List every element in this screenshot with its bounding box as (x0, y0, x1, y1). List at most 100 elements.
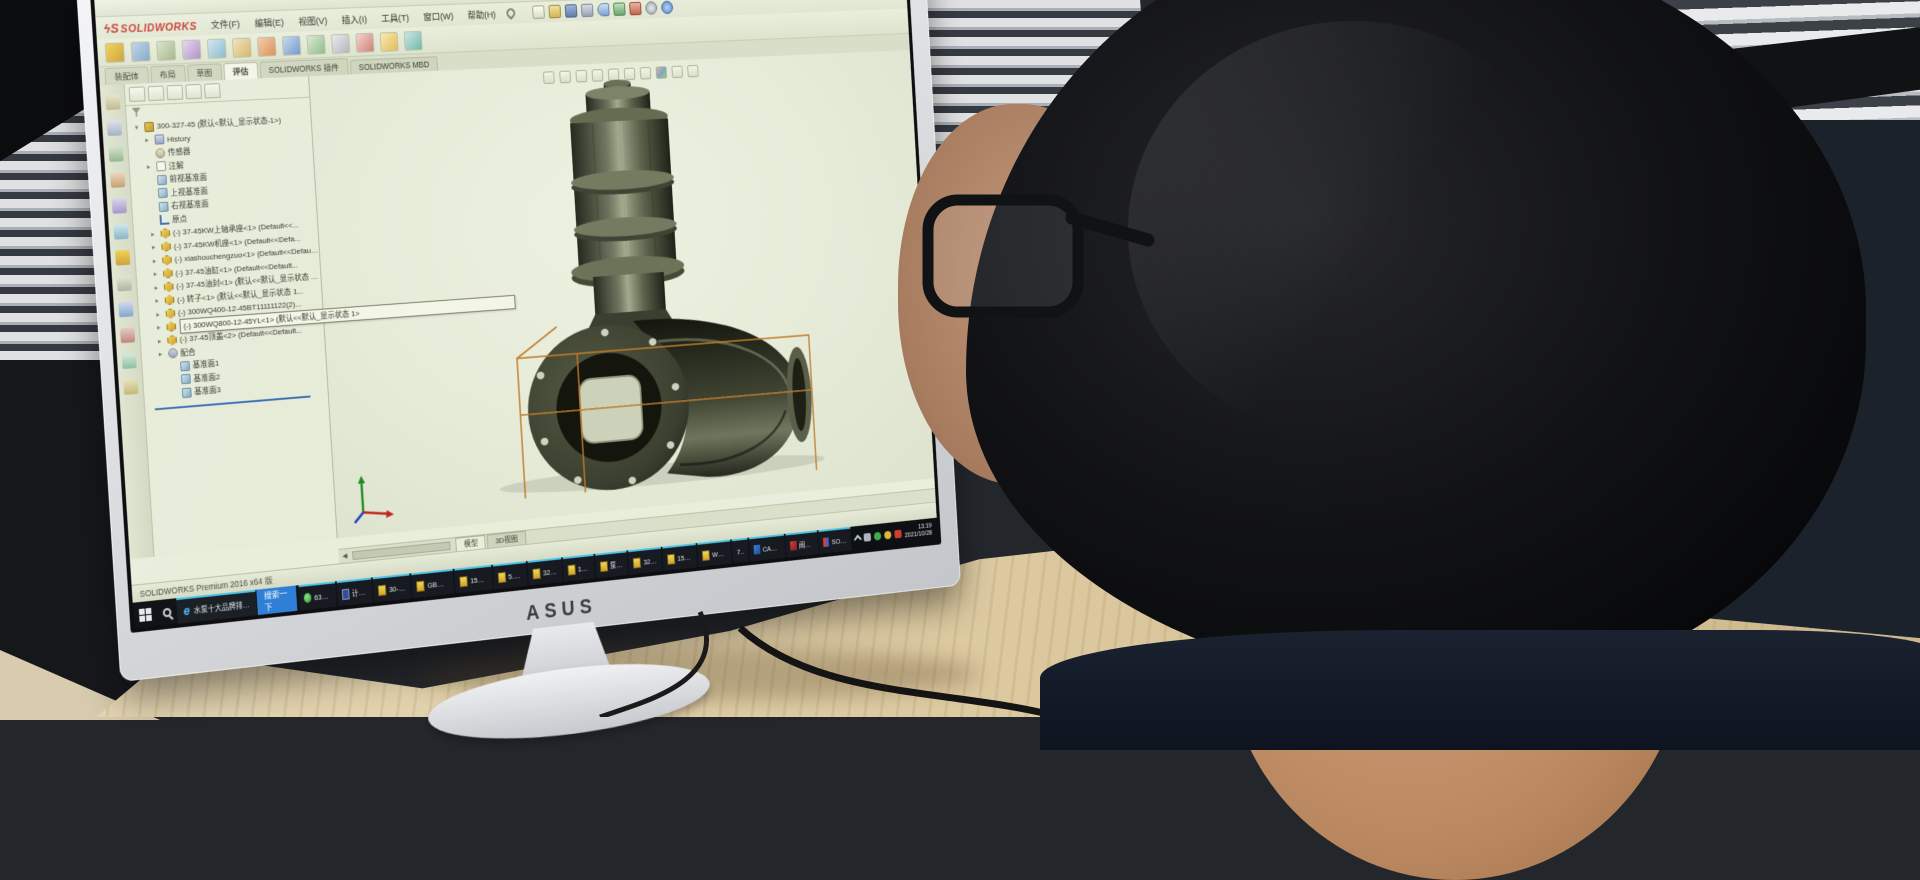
feature-manager-panel: ▾300-327-45 (默认<默认_显示状态-1>) ▸History 传感器… (125, 76, 338, 556)
move-component-icon[interactable] (207, 38, 227, 58)
tray-cloud-icon[interactable] (863, 532, 871, 541)
display-manager-tab-icon[interactable] (204, 83, 221, 98)
options-gear-icon[interactable] (645, 1, 657, 15)
taskbar-document[interactable]: 327-45 (628, 547, 662, 575)
help-icon[interactable] (661, 1, 673, 14)
taskbar-calculator[interactable]: 计算器 (337, 578, 373, 607)
left-toolbar-icon-11[interactable] (122, 353, 137, 369)
origin-triad-icon (346, 470, 399, 525)
menu-tools[interactable]: 工具(T) (374, 8, 415, 27)
menu-window[interactable]: 窗口(W) (416, 6, 460, 25)
undo-icon[interactable] (597, 3, 610, 17)
tab-layout[interactable]: 布局 (150, 65, 186, 83)
taskbar-document[interactable]: 泵体… (595, 550, 628, 578)
taskbar-document[interactable]: 150W… (455, 565, 493, 594)
left-toolbar-icon-3[interactable] (108, 146, 123, 162)
solidworks-doc-icon (378, 584, 387, 595)
start-button[interactable] (133, 600, 158, 628)
part-icon (162, 255, 172, 266)
taskbar-app-solidworks[interactable]: SOLI… (818, 527, 852, 554)
taskbar-app-caxa[interactable]: CAXA… (749, 534, 785, 562)
property-manager-tab-icon[interactable] (148, 86, 165, 102)
part-icon (163, 268, 173, 279)
linear-pattern-icon[interactable] (156, 40, 176, 61)
file-properties-icon[interactable] (629, 2, 642, 16)
save-icon[interactable] (565, 4, 578, 18)
tray-yellow-status-icon[interactable] (884, 530, 892, 539)
left-toolbar-icon-12[interactable] (123, 379, 138, 395)
configuration-manager-tab-icon[interactable] (166, 85, 183, 101)
taskbar-document[interactable]: 5.5K… (493, 561, 528, 589)
insert-component-icon[interactable] (105, 42, 125, 63)
left-toolbar-icon-7[interactable] (115, 250, 130, 266)
left-toolbar-icon-10[interactable] (120, 327, 135, 343)
web-search-button[interactable]: 搜索一下 (256, 586, 298, 616)
reference-geometry-icon[interactable] (282, 35, 302, 55)
clock-date: 2021/10/28 (905, 530, 933, 540)
search-icon (163, 607, 172, 617)
left-toolbar-icon-1[interactable] (105, 95, 120, 111)
tray-chevron-up-icon[interactable] (854, 535, 862, 544)
graphics-viewport[interactable] (309, 50, 934, 538)
part-icon (167, 335, 177, 346)
windows-logo-icon (139, 607, 152, 621)
part-icon (164, 282, 174, 293)
tab-evaluate[interactable]: 评估 (223, 62, 258, 80)
show-hidden-components-icon[interactable] (232, 37, 252, 57)
tray-solidworks-monitor-icon[interactable] (894, 529, 902, 538)
tray-green-status-icon[interactable] (874, 531, 882, 540)
solidworks-doc-icon (416, 580, 425, 591)
filter-icon (132, 108, 141, 117)
pin-menu-icon[interactable] (505, 6, 517, 19)
left-toolbar-icon-8[interactable] (117, 276, 132, 292)
taskbar-document[interactable]: 150K… (662, 543, 697, 571)
taskbar-app[interactable]: 7.5 (732, 538, 748, 564)
new-motion-study-icon[interactable] (306, 34, 325, 54)
new-icon[interactable] (532, 5, 545, 19)
taskbar-document[interactable]: WQY… (697, 540, 732, 568)
left-toolbar-icon-5[interactable] (112, 198, 127, 214)
tab-sketch[interactable]: 草图 (186, 63, 222, 81)
taskbar-document[interactable]: GB标准… (412, 569, 455, 598)
feature-manager-tab-icon[interactable] (129, 86, 146, 102)
assembly-features-icon[interactable] (257, 36, 277, 56)
taskbar-document[interactable]: 30-45… (373, 573, 411, 602)
taskbar-clock[interactable]: 13:19 2021/10/28 (904, 523, 934, 541)
monitor-bezel: 300-327-45 * ϟS SOLIDWORKS 文件(F) 编辑(E) 视… (76, 0, 961, 682)
left-toolbar-icon-2[interactable] (107, 120, 122, 136)
mate-icon[interactable] (130, 41, 150, 62)
print-icon[interactable] (581, 4, 594, 18)
instant3d-icon[interactable] (380, 31, 399, 51)
sensors-icon (155, 148, 165, 158)
left-toolbar-icon-4[interactable] (110, 172, 125, 188)
menu-edit[interactable]: 编辑(E) (248, 12, 291, 31)
menu-help[interactable]: 帮助(H) (461, 5, 502, 24)
solidworks-doc-icon (567, 564, 575, 575)
plane-icon (159, 201, 169, 211)
smart-fasteners-icon[interactable] (181, 39, 201, 60)
taskbar-pinned-app[interactable]: 6317… (299, 581, 337, 610)
left-toolbar-icon-9[interactable] (118, 301, 133, 317)
solidworks-doc-icon (532, 568, 540, 579)
calculator-icon (342, 588, 349, 599)
taskbar-document[interactable]: 150… (562, 554, 594, 582)
taskbar-document[interactable]: 327-45 (528, 557, 563, 585)
taskbar-search-button[interactable] (156, 598, 177, 626)
bill-of-materials-icon[interactable] (331, 33, 350, 53)
left-toolbar-icon-6[interactable] (113, 224, 128, 240)
menu-view[interactable]: 视图(V) (291, 11, 334, 30)
solidworks-app-icon (823, 537, 830, 547)
rebuild-icon[interactable] (613, 2, 626, 16)
menu-insert[interactable]: 插入(I) (335, 10, 374, 29)
exploded-view-icon[interactable] (355, 32, 374, 52)
tab-assembly[interactable]: 装配体 (104, 66, 148, 85)
taskbar-app-vg[interactable]: 阀门… (785, 530, 818, 557)
solidworks-doc-icon (702, 550, 710, 561)
pump-3d-model[interactable] (310, 63, 916, 517)
take-snapshot-icon[interactable] (404, 30, 423, 50)
open-icon[interactable] (549, 5, 562, 19)
menu-file[interactable]: 文件(F) (204, 14, 247, 33)
caxa-icon (753, 545, 760, 555)
scroll-left-icon[interactable]: ◀ (342, 552, 347, 560)
dimxpert-manager-tab-icon[interactable] (185, 84, 202, 100)
